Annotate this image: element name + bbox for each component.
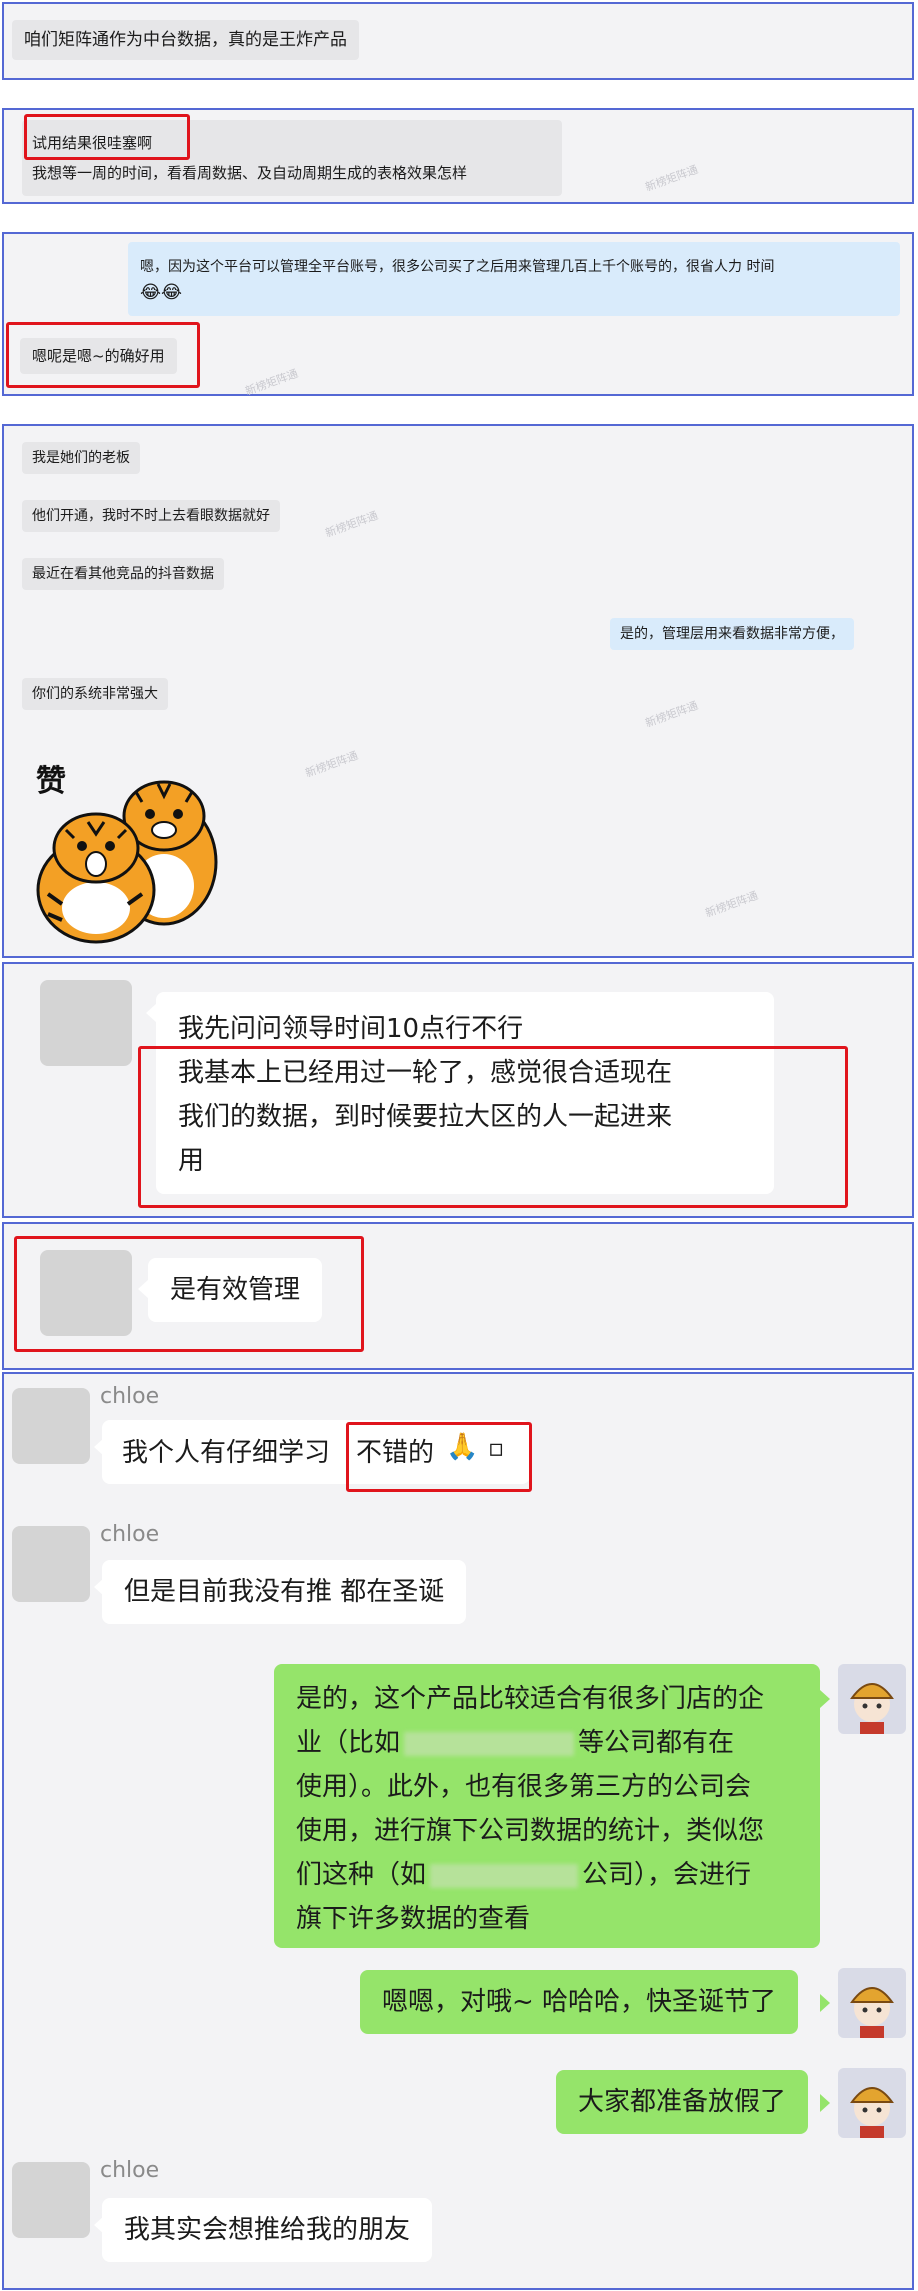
reply-text: 等公司都有在 bbox=[578, 1728, 735, 1758]
bubble-tail bbox=[820, 1994, 830, 2012]
my-avatar bbox=[838, 1664, 906, 1734]
highlight-box bbox=[138, 1046, 848, 1208]
avatar bbox=[12, 1388, 90, 1464]
reply-bubble: 嗯嗯，对哦~ 哈哈哈，快圣诞节了 bbox=[360, 1970, 799, 2034]
message-bubble: 他们开通，我时不时上去看眼数据就好 bbox=[22, 500, 280, 532]
chat-panel-2: 试用结果很哇塞啊 我想等一周的时间，看看周数据、及自动周期生成的表格效果怎样 新… bbox=[2, 108, 914, 204]
bubble-tail bbox=[146, 1004, 156, 1022]
highlight-box bbox=[24, 114, 190, 160]
chat-panel-3: 嗯，因为这个平台可以管理全平台账号，很多公司买了之后用来管理几百上千个账号的，很… bbox=[2, 232, 914, 398]
reply-line: 们这种（如 公司），会进行 bbox=[296, 1854, 751, 1891]
message-bubble: 我其实会想推给我的朋友 bbox=[102, 2198, 433, 2262]
chat-panel-6: 是有效管理 bbox=[2, 1222, 914, 1370]
reply-text: 业（比如 bbox=[296, 1728, 401, 1758]
sender-name: chloe bbox=[100, 1522, 160, 1547]
avatar bbox=[12, 2162, 90, 2238]
reply-line: 是的，这个产品比较适合有很多门店的企 bbox=[296, 1684, 765, 1714]
watermark: 新榜矩阵通 bbox=[303, 748, 360, 780]
reply-bubble: 是的，管理层用来看数据非常方便， bbox=[610, 618, 854, 650]
watermark: 新榜矩阵通 bbox=[703, 888, 760, 920]
chat-panel-1: 咱们矩阵通作为中台数据，真的是王炸产品 bbox=[2, 2, 914, 80]
reply-text: 们这种（如 bbox=[296, 1860, 427, 1890]
reply-bubble bbox=[128, 242, 900, 316]
watermark: 新榜矩阵通 bbox=[643, 698, 700, 730]
reply-bubble: 大家都准备放假了 bbox=[556, 2070, 809, 2134]
message-bubble: 你们的系统非常强大 bbox=[22, 678, 168, 710]
avatar bbox=[40, 980, 132, 1066]
reply-line: 旗下许多数据的查看 bbox=[296, 1904, 531, 1934]
message-bubble: 最近在看其他竞品的抖音数据 bbox=[22, 558, 224, 590]
chat-panel-5: 我先问问领导时间10点行不行 我基本上已经用过一轮了，感觉很合适现在 我们的数据… bbox=[2, 962, 914, 1218]
redaction-mask bbox=[404, 1731, 575, 1756]
bubble-tail bbox=[820, 2094, 830, 2112]
reply-line: 使用）。此外，也有很多第三方的公司会 bbox=[296, 1772, 752, 1802]
message-text: 我个人有仔细学习 bbox=[122, 1438, 331, 1468]
highlight-box bbox=[6, 322, 200, 388]
reply-text: 公司），会进行 bbox=[582, 1860, 752, 1890]
tiger-sticker: 赞 bbox=[18, 744, 244, 944]
message-bubble: 咱们矩阵通作为中台数据，真的是王炸产品 bbox=[12, 20, 359, 60]
my-avatar bbox=[838, 1968, 906, 2038]
sender-name: chloe bbox=[100, 2158, 160, 2183]
watermark: 新榜矩阵通 bbox=[243, 366, 300, 398]
bubble-tail bbox=[820, 1690, 830, 1708]
watermark: 新榜矩阵通 bbox=[323, 508, 380, 540]
chat-panel-4: 我是她们的老板 他们开通，我时不时上去看眼数据就好 最近在看其他竞品的抖音数据 … bbox=[2, 424, 914, 958]
reply-line: 嗯，因为这个平台可以管理全平台账号，很多公司买了之后用来管理几百上千个账号的，很… bbox=[140, 259, 775, 275]
my-avatar bbox=[838, 2068, 906, 2138]
message-bubble: 但是目前我没有推 都在圣诞 bbox=[102, 1560, 467, 1624]
reply-line: 业（比如 等公司都有在 bbox=[296, 1722, 734, 1759]
highlight-box bbox=[346, 1422, 532, 1492]
emoji: 😂😂 bbox=[140, 282, 183, 303]
reply-line: 使用，进行旗下公司数据的统计，类似您 bbox=[296, 1816, 765, 1846]
message-line: 我先问问领导时间10点行不行 bbox=[178, 1014, 524, 1044]
sender-name: chloe bbox=[100, 1384, 160, 1409]
highlight-box bbox=[14, 1236, 364, 1352]
message-bubble: 我是她们的老板 bbox=[22, 442, 140, 474]
avatar bbox=[12, 1526, 90, 1602]
redaction-mask bbox=[430, 1863, 579, 1888]
chat-panel-7: chloe 我个人有仔细学习 不错的 🙏 ▫ chloe 但是目前我没有推 都在… bbox=[2, 1372, 914, 2290]
message-line: 我想等一周的时间，看看周数据、及自动周期生成的表格效果怎样 bbox=[32, 164, 468, 182]
watermark: 新榜矩阵通 bbox=[643, 162, 700, 194]
